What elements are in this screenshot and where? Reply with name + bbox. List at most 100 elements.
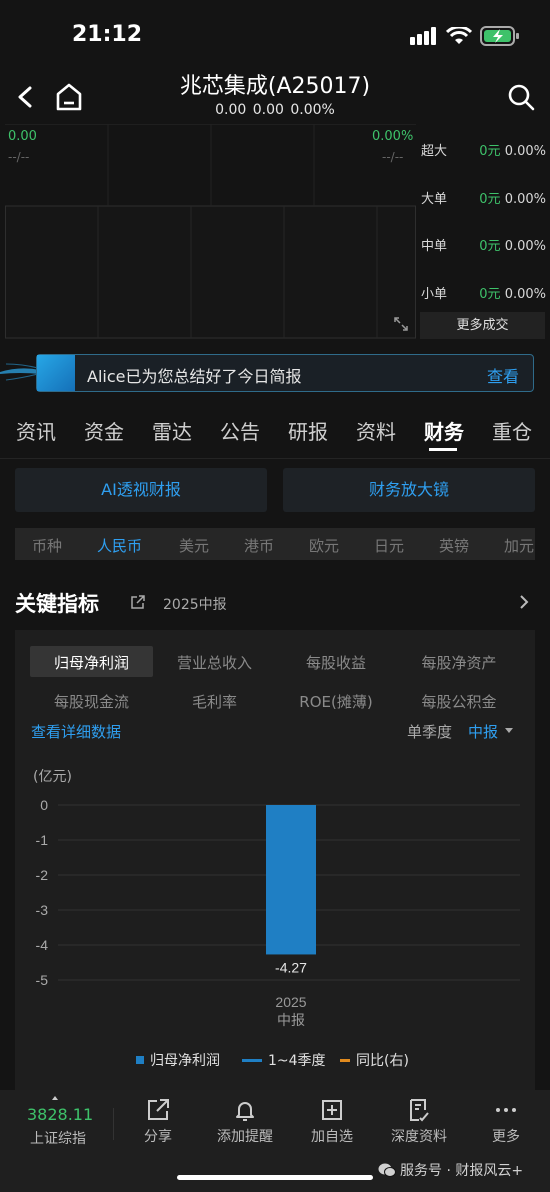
- chart-left-time: --/--: [8, 150, 30, 164]
- legend-yoy[interactable]: 同比(右): [340, 1050, 409, 1070]
- legend-net-profit: 归母净利润: [136, 1050, 220, 1070]
- currency-cny[interactable]: 人民币: [97, 535, 142, 556]
- indicator-net-profit[interactable]: 归母净利润: [30, 652, 153, 673]
- intraday-chart[interactable]: [5, 124, 416, 339]
- finance-magnifier-button[interactable]: 财务放大镜: [283, 468, 535, 512]
- flow-label: 中单: [421, 239, 448, 254]
- report-period: 2025中报: [163, 597, 227, 613]
- flow-label: 大单: [421, 192, 448, 207]
- share-icon: [148, 1099, 169, 1120]
- view-details-link[interactable]: 查看详细数据: [31, 721, 121, 742]
- indicator-revenue[interactable]: 营业总收入: [153, 652, 276, 673]
- nav-label: 深度资料: [391, 1129, 447, 1145]
- flow-label: 小单: [421, 287, 448, 302]
- currency-gbp[interactable]: 英镑: [439, 535, 469, 556]
- flow-value: 0元: [479, 144, 501, 159]
- alice-view-button[interactable]: 查看: [487, 363, 519, 387]
- tab-funds[interactable]: 资金: [84, 416, 124, 445]
- nav-label: 分享: [144, 1129, 172, 1145]
- legend-line-swatch: [242, 1058, 262, 1062]
- battery-charging-icon: [480, 26, 519, 46]
- indicator-bvps[interactable]: 每股净资产: [396, 652, 522, 673]
- chart-unit: (亿元): [33, 769, 72, 785]
- currency-jpy[interactable]: 日元: [374, 535, 404, 556]
- more-trades-button[interactable]: 更多成交: [420, 312, 545, 339]
- currency-cad[interactable]: 加元: [504, 535, 534, 556]
- tab-holdings[interactable]: 重仓: [492, 416, 532, 445]
- legend-label: 1~4季度: [268, 1053, 326, 1069]
- price-change: 0.00 0.00 0.00%: [215, 102, 335, 118]
- share-button[interactable]: 分享: [118, 1098, 198, 1146]
- legend-label: 归母净利润: [150, 1053, 220, 1069]
- bell-icon: [236, 1102, 254, 1121]
- y-tick-label: 0: [40, 797, 48, 813]
- search-icon[interactable]: [506, 82, 536, 112]
- page-title: 兆芯集成(A25017): [179, 74, 371, 99]
- legend-quarters[interactable]: 1~4季度: [242, 1050, 326, 1070]
- chart-right-value: 0.00%: [372, 129, 414, 144]
- tab-announcements[interactable]: 公告: [220, 416, 260, 445]
- flow-value: 0元: [479, 239, 501, 254]
- period-select[interactable]: 中报: [468, 721, 498, 742]
- flow-row-large: 大单 0元 0.00%: [421, 188, 546, 207]
- legend-swatch: [136, 1056, 144, 1064]
- alice-avatar-icon: [37, 355, 75, 391]
- legend-line-swatch: [340, 1058, 350, 1062]
- flow-value: 0元: [479, 287, 501, 302]
- index-name[interactable]: 上证综指: [30, 1128, 86, 1148]
- flow-pct: 0.00%: [504, 287, 546, 302]
- nav-label: 加自选: [311, 1129, 353, 1145]
- flow-label: 超大: [421, 144, 448, 159]
- wechat-icon: [378, 1163, 396, 1177]
- add-alert-button[interactable]: 添加提醒: [205, 1098, 285, 1146]
- currency-hkd[interactable]: 港币: [244, 535, 274, 556]
- add-watchlist-button[interactable]: 加自选: [292, 1098, 372, 1146]
- divider: [113, 1108, 114, 1140]
- wifi-icon: [446, 27, 472, 44]
- tab-finance[interactable]: 财务: [424, 416, 464, 445]
- bar-value-label: -4.27: [275, 959, 307, 975]
- flow-pct: 0.00%: [504, 192, 546, 207]
- index-value[interactable]: 3828.11: [27, 1105, 93, 1124]
- net-profit-chart: 0 -1 -2 -3 -4 -5 -4.27 2025 中报: [36, 797, 520, 1028]
- alice-text: Alice已为您总结好了今日简报: [87, 367, 302, 386]
- indicator-eps[interactable]: 每股收益: [276, 652, 396, 673]
- flow-row-medium: 中单 0元 0.00%: [421, 235, 546, 254]
- y-tick-label: -4: [36, 937, 49, 953]
- indicator-cfps[interactable]: 每股现金流: [30, 691, 153, 712]
- y-tick-label: -1: [36, 832, 49, 848]
- divider: [0, 458, 550, 459]
- tab-radar[interactable]: 雷达: [152, 416, 192, 445]
- document-icon: [410, 1099, 429, 1122]
- tab-research[interactable]: 研报: [288, 416, 328, 445]
- caret-down-icon[interactable]: [505, 728, 513, 733]
- watermark: 服务号 · 财报风云+: [378, 1160, 523, 1180]
- deep-profile-button[interactable]: 深度资料: [379, 1098, 459, 1146]
- alice-banner[interactable]: Alice已为您总结好了今日简报 查看: [36, 354, 534, 392]
- section-title: 关键指标: [15, 592, 99, 616]
- currency-eur[interactable]: 欧元: [309, 535, 339, 556]
- status-icons: [410, 26, 520, 46]
- active-tab-indicator: [429, 448, 457, 451]
- expand-icon[interactable]: [393, 316, 409, 332]
- bar: [266, 805, 316, 955]
- home-indicator: [177, 1175, 373, 1180]
- single-quarter-toggle[interactable]: 单季度: [407, 721, 452, 742]
- currency-usd[interactable]: 美元: [179, 535, 209, 556]
- tab-profile[interactable]: 资料: [356, 416, 396, 445]
- flow-pct: 0.00%: [504, 144, 546, 159]
- legend-label: 同比(右): [356, 1053, 409, 1069]
- more-button[interactable]: 更多: [466, 1098, 546, 1146]
- flow-pct: 0.00%: [504, 239, 546, 254]
- chevron-right-icon[interactable]: [518, 594, 530, 610]
- share-icon[interactable]: [130, 594, 146, 610]
- x-tick-label: 中报: [277, 1012, 305, 1028]
- up-arrow-icon: [52, 1096, 58, 1100]
- indicator-reserve[interactable]: 每股公积金: [396, 691, 522, 712]
- ai-report-button[interactable]: AI透视财报: [15, 468, 267, 512]
- flow-row-small: 小单 0元 0.00%: [421, 283, 546, 302]
- indicator-roe[interactable]: ROE(摊薄): [276, 691, 396, 712]
- tab-news[interactable]: 资讯: [16, 416, 56, 445]
- chart-right-time: --/--: [382, 150, 404, 164]
- indicator-gross-margin[interactable]: 毛利率: [153, 691, 276, 712]
